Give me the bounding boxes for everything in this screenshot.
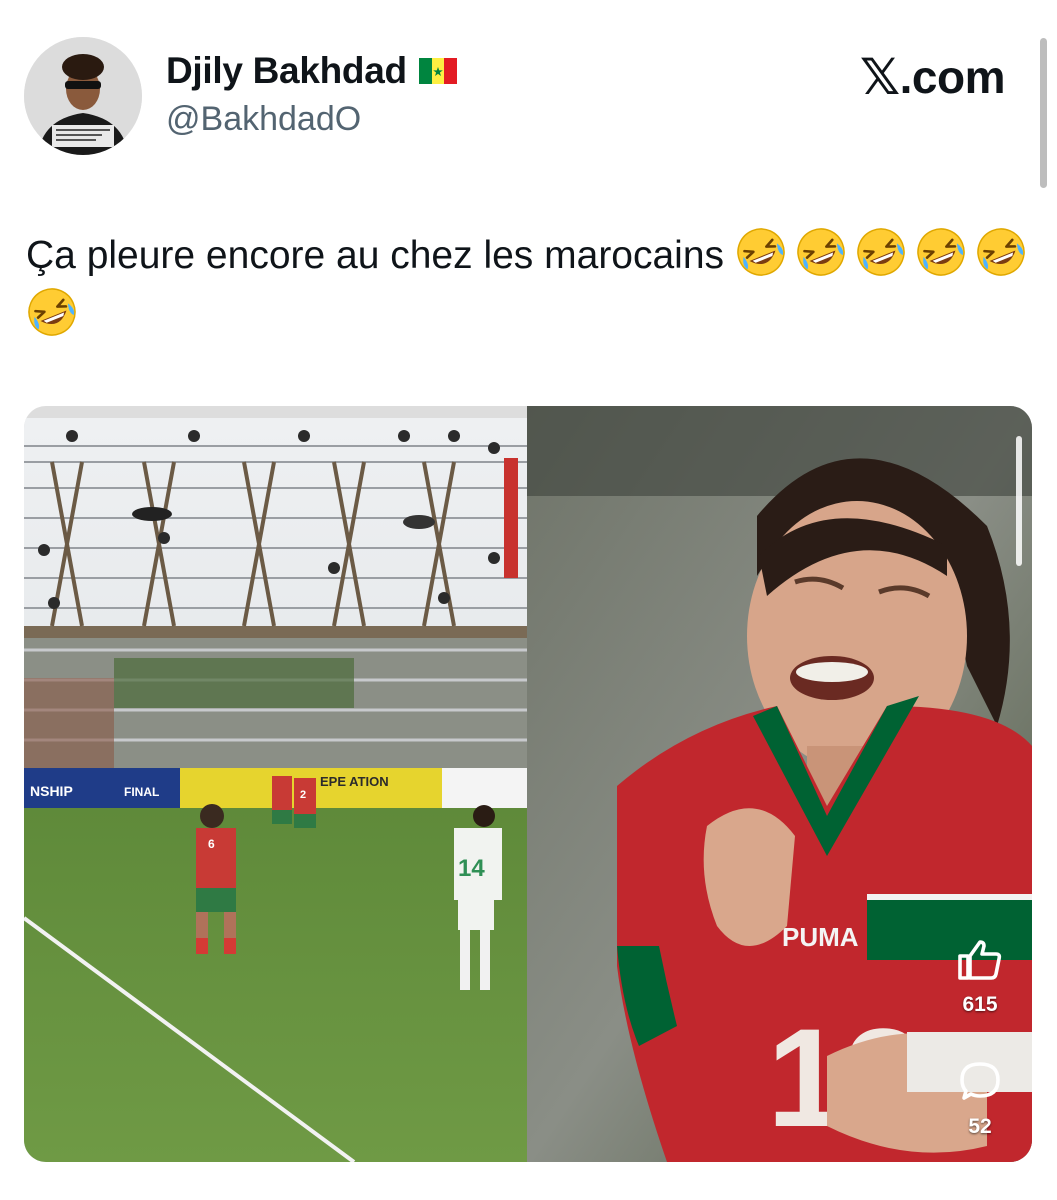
jersey-brand: PUMA <box>782 922 859 952</box>
like-count: 615 <box>962 993 998 1016</box>
profile-avatar <box>24 37 142 155</box>
avatar[interactable] <box>24 37 142 155</box>
x-com-logo: 𝕏 .com <box>859 48 1006 106</box>
player-number-red: 2 <box>300 789 306 801</box>
tweet-text: Ça pleure encore au chez les marocains <box>26 226 1036 346</box>
rolling-on-the-floor-laughing-emoji <box>797 228 845 276</box>
senegal-flag-icon <box>418 58 457 84</box>
page-scrollbar[interactable] <box>1040 38 1047 188</box>
players-background: 2 <box>272 776 316 828</box>
tweet-body: Ça pleure encore au chez les marocains <box>26 234 725 277</box>
banner-mid-text: FINAL <box>124 785 159 799</box>
like-action[interactable]: 615 <box>950 936 1010 1017</box>
rolling-on-the-floor-laughing-emoji <box>977 228 1025 276</box>
reel-scrollbar[interactable] <box>1016 436 1022 566</box>
thumbs-up-icon[interactable] <box>956 936 1004 984</box>
comment-count: 52 <box>968 1115 992 1138</box>
author-handle[interactable]: @BakhdadO <box>166 100 361 139</box>
rolling-on-the-floor-laughing-emoji <box>917 228 965 276</box>
brand-domain: .com <box>899 51 1006 103</box>
banner-left-text: NSHIP <box>30 783 73 799</box>
display-name-text: Djily Bakhdad <box>166 50 407 91</box>
comment-action[interactable]: 52 <box>950 1058 1010 1139</box>
reel-video[interactable]: PUMA 13 615 52 <box>527 406 1032 1162</box>
x-logo-icon: 𝕏 <box>859 48 900 106</box>
rolling-on-the-floor-laughing-emoji <box>737 228 785 276</box>
author-display-name[interactable]: Djily Bakhdad <box>166 50 457 92</box>
rolling-on-the-floor-laughing-emoji <box>28 288 76 336</box>
banner-yellow-text: EPE ATION <box>320 774 389 789</box>
player-number-white: 14 <box>458 855 485 882</box>
crying-player-image: PUMA 13 <box>527 406 1032 1162</box>
stadium-photo[interactable]: NSHIP FINAL EPE ATION 6 2 14 <box>24 418 527 1162</box>
tweet-media[interactable]: NSHIP FINAL EPE ATION 6 2 14 PUMA 615 52 <box>24 406 1032 1162</box>
comment-bubble-icon[interactable] <box>956 1058 1004 1106</box>
rolling-on-the-floor-laughing-emoji <box>857 228 905 276</box>
player-number-front: 6 <box>208 837 215 851</box>
